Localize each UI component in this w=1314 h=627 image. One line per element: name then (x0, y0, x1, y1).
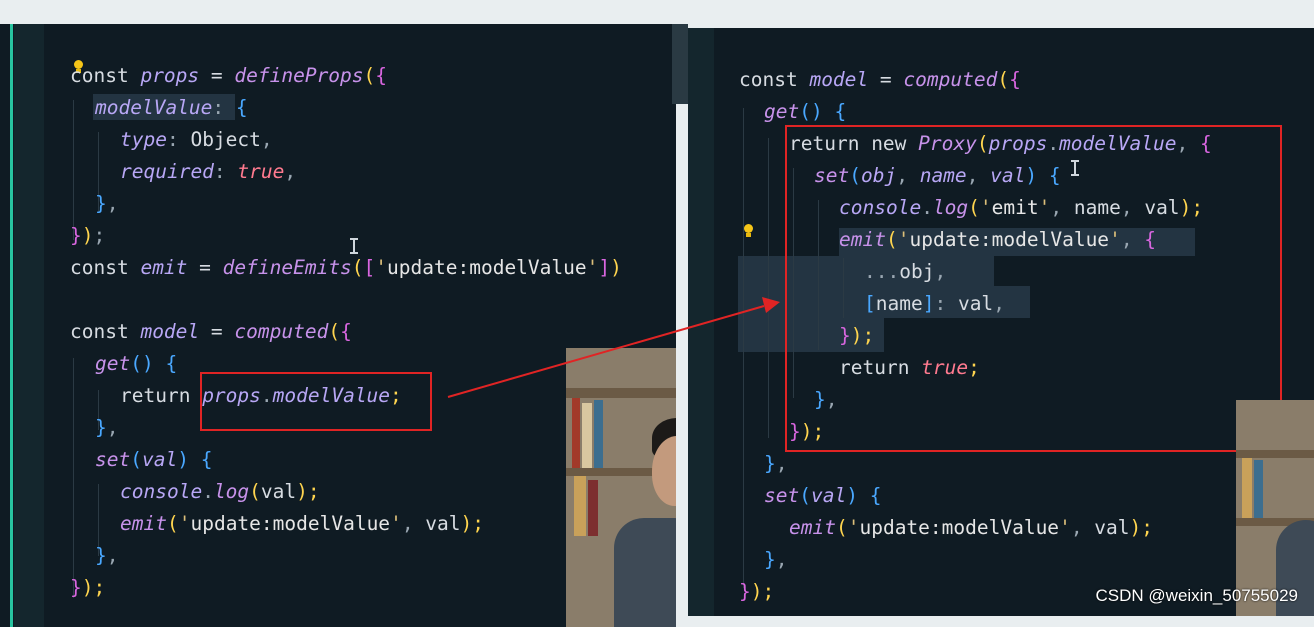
book (574, 476, 586, 536)
code-line: }, (764, 452, 788, 475)
book (572, 398, 580, 468)
code-line: }, (95, 416, 119, 439)
book (588, 480, 598, 536)
text-cursor-icon (350, 238, 358, 254)
code-line: }); (739, 580, 775, 603)
lightbulb-icon[interactable] (743, 224, 754, 238)
code-line: required: true, (120, 160, 297, 183)
code-line: const model = computed({ (739, 68, 1021, 91)
indent-guide (73, 100, 74, 240)
code-line: console.log(val); (120, 480, 320, 503)
code-line: get() { (764, 100, 847, 123)
right-code-editor: const model = computed({ get() { return … (688, 28, 1314, 616)
bookshelf (1236, 450, 1314, 458)
webcam-overlay (566, 348, 676, 627)
code-line: }, (95, 544, 119, 567)
editor-rail (10, 24, 13, 627)
editor-gutter (688, 28, 714, 616)
code-line: emit('update:modelValue', val); (789, 516, 1154, 539)
code-line: const model = computed({ (70, 320, 352, 343)
code-line: set(val) { (95, 448, 213, 471)
webcam-overlay (1236, 400, 1314, 616)
editor-tabstrip (672, 24, 688, 104)
indent-guide (768, 138, 769, 438)
book (594, 400, 603, 468)
left-code-editor: const props = defineProps({ modelValue: … (0, 24, 676, 627)
code-line: }, (95, 192, 119, 215)
code-line: const emit = defineEmits(['update:modelV… (70, 256, 622, 279)
code-line: type: Object, (120, 128, 273, 151)
code-line: set(val) { (764, 484, 882, 507)
code-line: get() { (95, 352, 178, 375)
code-line: emit('update:modelValue', val); (120, 512, 485, 535)
code-line: }, (764, 548, 788, 571)
person-jacket (614, 518, 676, 627)
bookshelf (566, 388, 676, 398)
code-line: }); (70, 224, 106, 247)
editor-gutter (14, 24, 44, 627)
indent-guide (743, 108, 744, 588)
book (1254, 460, 1263, 518)
indent-guide (73, 358, 74, 598)
highlight-box-proxy (785, 125, 1282, 452)
book (582, 403, 592, 468)
code-line: const props = defineProps({ (70, 64, 388, 87)
book (1242, 458, 1252, 518)
code-line: }); (70, 576, 106, 599)
watermark: CSDN @weixin_50755029 (1095, 586, 1298, 605)
highlight-box-return (200, 372, 432, 431)
code-line: modelValue: { (95, 96, 248, 119)
